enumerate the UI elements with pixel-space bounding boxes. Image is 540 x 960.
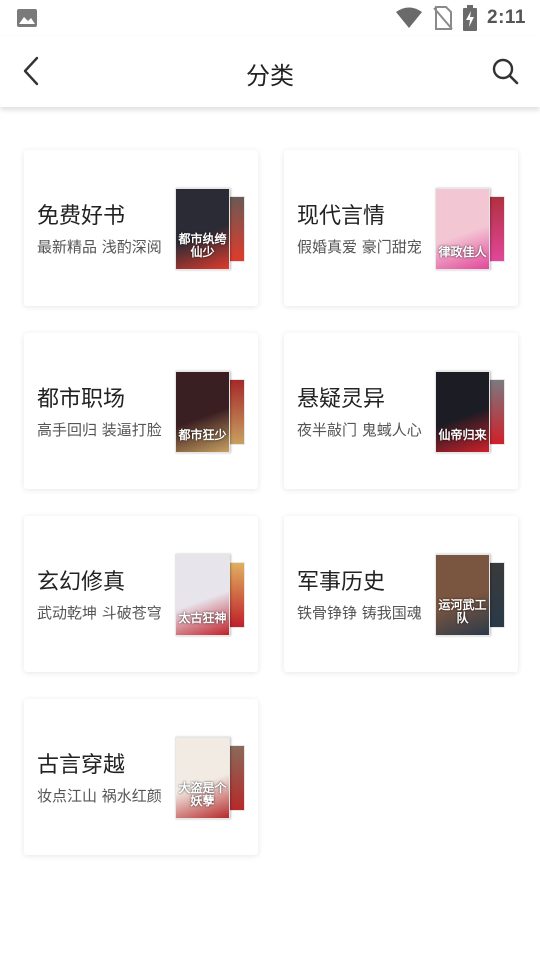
category-description: 假婚真爱 豪门甜宠 bbox=[297, 238, 422, 256]
wifi-icon bbox=[396, 7, 423, 28]
category-name: 玄幻修真 bbox=[37, 570, 126, 595]
category-card[interactable]: 军事历史 铁骨铮铮 铸我国魂 运河武工队 bbox=[284, 516, 518, 672]
category-description: 高手回归 装逼打脸 bbox=[37, 421, 162, 439]
front-book-cover: 律政佳人 bbox=[435, 188, 490, 270]
book-covers: 仙帝归来 bbox=[435, 371, 507, 453]
category-description: 武动乾坤 斗破苍穹 bbox=[37, 604, 162, 622]
book-covers: 都市纨绔仙少 bbox=[175, 188, 247, 270]
front-book-cover: 太古狂神 bbox=[175, 554, 230, 636]
battery-charging-icon bbox=[463, 5, 478, 31]
book-cover-title: 运河武工队 bbox=[438, 598, 487, 625]
page-title: 分类 bbox=[246, 62, 294, 90]
category-description: 铁骨铮铮 铸我国魂 bbox=[297, 604, 422, 622]
front-book-cover: 运河武工队 bbox=[435, 554, 490, 636]
category-description: 夜半敲门 鬼蜮人心 bbox=[297, 421, 422, 439]
front-book-cover: 都市纨绔仙少 bbox=[175, 188, 230, 270]
front-book-cover: 仙帝归来 bbox=[435, 371, 490, 453]
book-cover-title: 律政佳人 bbox=[438, 245, 487, 259]
category-name: 都市职场 bbox=[37, 387, 126, 412]
search-button[interactable] bbox=[488, 53, 522, 89]
category-name: 现代言情 bbox=[297, 204, 386, 229]
category-card[interactable]: 古言穿越 妆点江山 祸水红颜 大盗是个妖孽 bbox=[24, 699, 258, 855]
front-book-cover: 都市狂少 bbox=[175, 371, 230, 453]
category-card[interactable]: 玄幻修真 武动乾坤 斗破苍穹 太古狂神 bbox=[24, 516, 258, 672]
book-covers: 太古狂神 bbox=[175, 554, 247, 636]
category-card[interactable]: 悬疑灵异 夜半敲门 鬼蜮人心 仙帝归来 bbox=[284, 333, 518, 489]
book-covers: 运河武工队 bbox=[435, 554, 507, 636]
category-name: 悬疑灵异 bbox=[297, 387, 386, 412]
category-name: 古言穿越 bbox=[37, 753, 126, 778]
app-bar: 分类 bbox=[0, 36, 540, 107]
status-bar: 2:11 bbox=[0, 0, 540, 36]
book-cover-title: 都市狂少 bbox=[178, 428, 227, 442]
book-covers: 律政佳人 bbox=[435, 188, 507, 270]
category-card[interactable]: 现代言情 假婚真爱 豪门甜宠 律政佳人 bbox=[284, 150, 518, 306]
book-cover-title: 仙帝归来 bbox=[438, 428, 487, 442]
no-sim-icon bbox=[433, 6, 453, 30]
book-covers: 大盗是个妖孽 bbox=[175, 737, 247, 819]
category-name: 军事历史 bbox=[297, 570, 386, 595]
search-icon bbox=[492, 58, 519, 85]
book-covers: 都市狂少 bbox=[175, 371, 247, 453]
category-description: 最新精品 浅酌深阅 bbox=[37, 238, 162, 256]
front-book-cover: 大盗是个妖孽 bbox=[175, 737, 230, 819]
status-time: 2:11 bbox=[487, 7, 526, 28]
image-notification-icon bbox=[17, 9, 37, 27]
category-card[interactable]: 都市职场 高手回归 装逼打脸 都市狂少 bbox=[24, 333, 258, 489]
book-cover-title: 都市纨绔仙少 bbox=[178, 232, 227, 259]
category-grid: 免费好书 最新精品 浅酌深阅 都市纨绔仙少 现代言情 假婚真爱 豪门甜宠 律政佳… bbox=[0, 107, 540, 960]
category-description: 妆点江山 祸水红颜 bbox=[37, 787, 162, 805]
book-cover-title: 太古狂神 bbox=[178, 611, 227, 625]
book-cover-title: 大盗是个妖孽 bbox=[178, 781, 227, 808]
category-name: 免费好书 bbox=[37, 204, 126, 229]
category-card[interactable]: 免费好书 最新精品 浅酌深阅 都市纨绔仙少 bbox=[24, 150, 258, 306]
